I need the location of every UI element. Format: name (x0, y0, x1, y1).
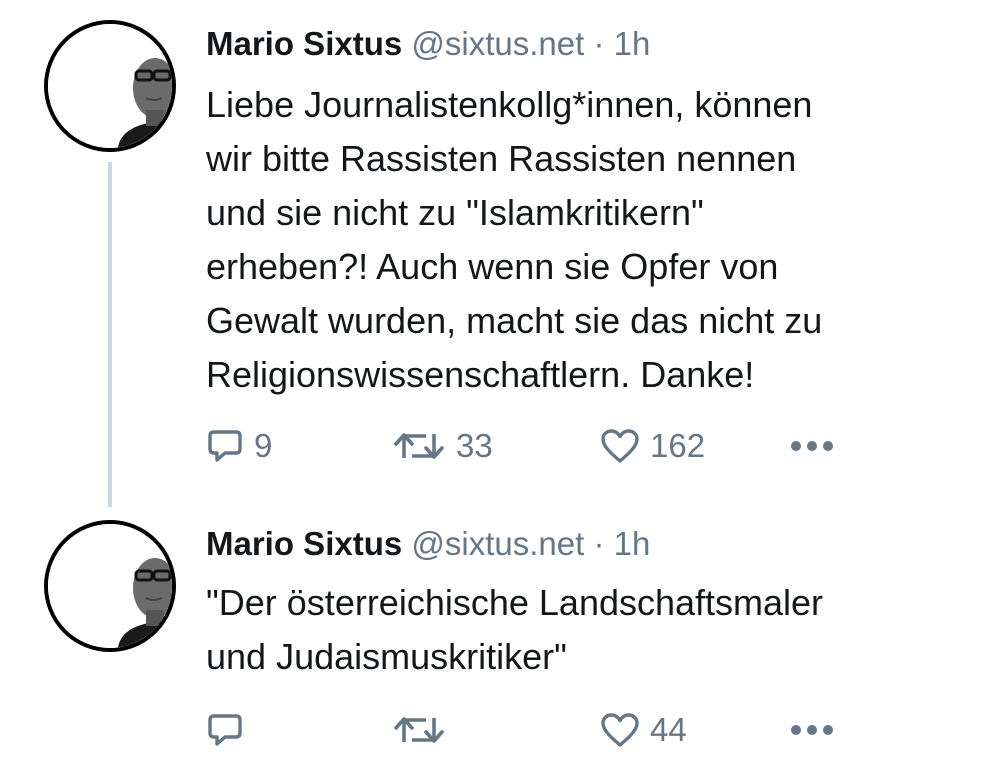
more-options-button[interactable] (790, 710, 834, 750)
reply-count: 9 (254, 427, 273, 464)
separator: · (593, 25, 605, 62)
timestamp[interactable]: 1h (614, 25, 651, 62)
reply-button[interactable]: 9 (206, 426, 272, 466)
retweet-count: 33 (456, 427, 493, 464)
reply-icon (206, 712, 244, 748)
avatar[interactable] (44, 20, 176, 152)
like-button[interactable]: 44 (600, 710, 687, 750)
tweet-actions: 44 (206, 710, 906, 750)
tweet-header: Mario Sixtus @sixtus.net · 1h (206, 22, 650, 66)
reply-button[interactable] (206, 710, 254, 750)
author-name[interactable]: Mario Sixtus (206, 25, 402, 62)
author-handle[interactable]: @sixtus.net (411, 525, 584, 562)
author-handle[interactable]: @sixtus.net (411, 25, 584, 62)
more-dots-icon (790, 724, 834, 736)
timestamp[interactable]: 1h (614, 525, 651, 562)
tweet-text-line: und Judaismuskritiker" (206, 636, 567, 677)
tweet-text: Liebe Journalistenkollg*innen, können wi… (206, 78, 986, 402)
heart-icon (600, 712, 640, 748)
retweet-icon (392, 712, 446, 748)
tweet-text-line: wir bitte Rassisten Rassisten nennen (206, 138, 797, 179)
tweet-text-line: Gewalt wurden, macht sie das nicht zu (206, 300, 823, 341)
more-options-button[interactable] (790, 426, 834, 466)
like-count: 162 (650, 427, 706, 464)
heart-icon (600, 428, 640, 464)
tweet-text-line: Religionswissenschaftlern. Danke! (206, 354, 755, 395)
like-count: 44 (650, 711, 687, 748)
tweet-text: "Der österreichische Landschaftsmaler un… (206, 576, 986, 684)
tweet-text-line: erheben?! Auch wenn sie Opfer von (206, 246, 779, 287)
more-dots-icon (790, 440, 834, 452)
retweet-icon (392, 428, 446, 464)
author-name[interactable]: Mario Sixtus (206, 525, 402, 562)
retweet-button[interactable] (392, 710, 456, 750)
thread-connector-line (108, 162, 112, 507)
separator: · (593, 525, 605, 562)
reply-icon (206, 428, 244, 464)
tweet-actions: 9 33 162 (206, 426, 906, 466)
like-button[interactable]: 162 (600, 426, 705, 466)
tweet-text-line: Liebe Journalistenkollg*innen, können (206, 84, 813, 125)
tweet-text-line: "Der österreichische Landschaftsmaler (206, 582, 824, 623)
retweet-button[interactable]: 33 (392, 426, 493, 466)
tweet-text-line: und sie nicht zu "Islamkritikern" (206, 192, 704, 233)
avatar[interactable] (44, 520, 176, 652)
tweet-header: Mario Sixtus @sixtus.net · 1h (206, 522, 650, 566)
